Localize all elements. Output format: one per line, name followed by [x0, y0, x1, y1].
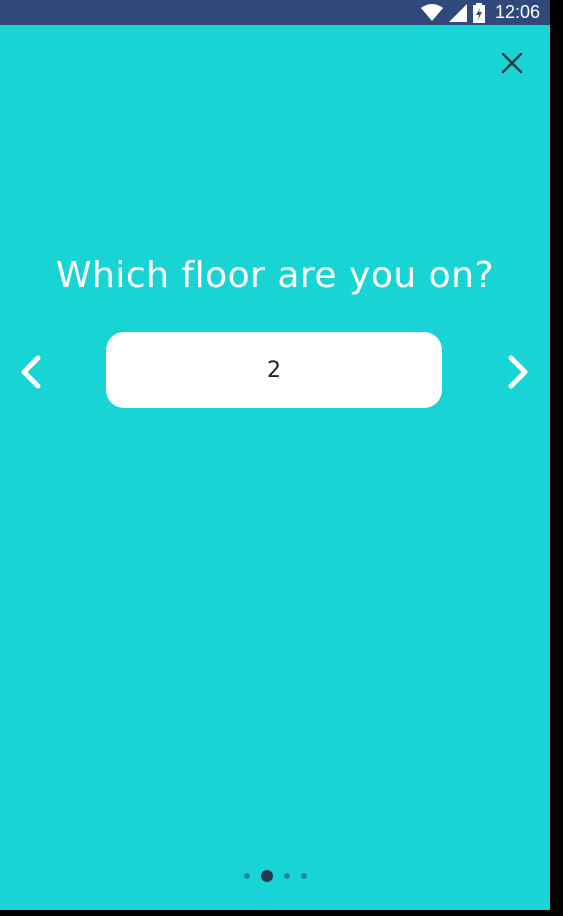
next-button[interactable]	[503, 352, 533, 392]
chevron-right-icon	[508, 355, 528, 389]
close-button[interactable]	[498, 49, 526, 77]
screen-edge	[550, 0, 563, 916]
close-icon	[501, 52, 523, 74]
floor-input-container	[106, 332, 442, 408]
status-bar: 12:06	[0, 0, 550, 25]
floor-input[interactable]	[106, 356, 442, 384]
page-dot[interactable]	[243, 873, 250, 879]
previous-button[interactable]	[16, 352, 46, 392]
question-title: Which floor are you on?	[55, 255, 495, 296]
chevron-left-icon	[21, 355, 41, 389]
battery-icon	[472, 2, 485, 23]
status-icons: 12:06	[420, 0, 540, 25]
onboarding-screen: Which floor are you on?	[0, 25, 550, 910]
page-dot[interactable]	[283, 873, 290, 879]
wifi-icon	[420, 3, 443, 21]
signal-icon	[448, 3, 467, 22]
status-time: 12:06	[494, 2, 540, 22]
page-indicator	[0, 870, 550, 882]
page-dot-active[interactable]	[260, 870, 273, 882]
page-dot[interactable]	[300, 873, 307, 879]
